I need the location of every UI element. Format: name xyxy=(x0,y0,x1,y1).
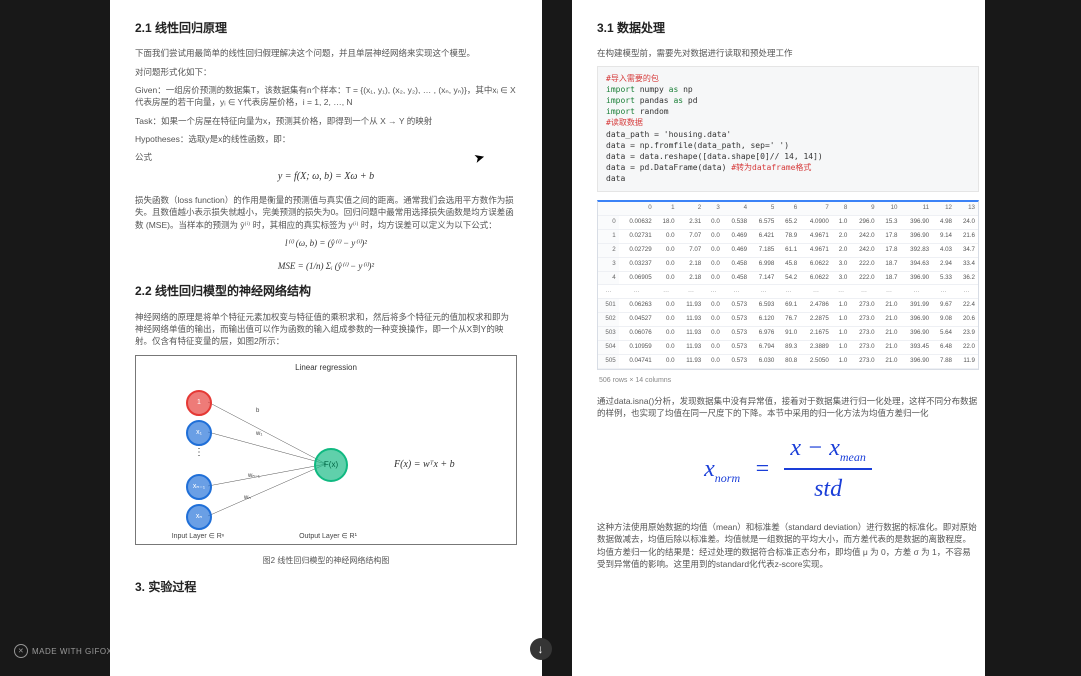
heading-3: 3. 实验过程 xyxy=(135,579,517,596)
weight-wn1: wₙ₋₁ xyxy=(248,472,260,481)
paragraph: 对问题形式化如下： xyxy=(135,66,517,78)
node-xn-1: xₙ₋₁ xyxy=(186,474,212,500)
paragraph: 下面我们尝试用最简单的线性回归假理解决这个问题，并且单层神经网络来实现这个模型。 xyxy=(135,47,517,59)
table-row: 40.069050.02.180.00.4587.14754.26.06223.… xyxy=(598,271,978,285)
heading-2-1: 2.1 线性回归原理 xyxy=(135,20,517,37)
weight-wn: wₙ xyxy=(244,494,251,503)
loss-paragraph: 损失函数（loss function）的作用是衡量的预测值与真实值之间的距离。通… xyxy=(135,194,517,231)
scroll-down-button[interactable]: ↓ xyxy=(530,638,552,660)
heading-2-2: 2.2 线性回归模型的神经网络结构 xyxy=(135,283,517,300)
nn-paragraph: 神经网络的原理是将单个特征元素加权变与特征值的乘积求和，然后将多个特征元的值加权… xyxy=(135,311,517,348)
fx-equation: F(x) = wᵀx + b xyxy=(394,458,455,473)
weight-w1: w₁ xyxy=(256,430,262,439)
weight-b: b xyxy=(256,407,259,416)
page-right: 3.1 数据处理 在构建模型前，需要先对数据进行读取和预处理工作 #导入需要的包… xyxy=(572,0,985,676)
hypo-line: Hypotheses：选取y是x的线性函数，即： xyxy=(135,133,517,145)
table-row: 5030.060760.011.930.00.5736.97691.02.167… xyxy=(598,327,978,341)
output-layer-label: Output Layer ∈ R¹ xyxy=(278,532,378,542)
figure-title: Linear regression xyxy=(136,362,516,374)
code-block: #导入需要的包 import numpy as np import pandas… xyxy=(597,66,979,192)
table-row: 5010.062630.011.930.00.5736.59369.12.478… xyxy=(598,299,978,313)
table-row: 00.0063218.02.310.00.5386.57565.24.09001… xyxy=(598,215,978,229)
table-row: 10.027310.07.070.00.4696.42178.94.96712.… xyxy=(598,229,978,243)
page-left: 2.1 线性回归原理 下面我们尝试用最简单的线性回归假理解决这个问题，并且单层神… xyxy=(110,0,542,676)
paragraph: 这种方法使用原始数据的均值（mean）和标准差（standard deviati… xyxy=(597,521,979,570)
formula-loss-2: MSE = (1/n) Σᵢ (ŷ⁽ⁱ⁾ − y⁽ⁱ⁾)² xyxy=(135,260,517,273)
chevron-down-icon: ↓ xyxy=(538,642,544,656)
figure-nn: Linear regression 1 x₁ ⋮ xₙ₋₁ xₙ F(x) b … xyxy=(135,355,517,545)
gifox-label: MADE WITH GIFOX xyxy=(32,647,112,656)
table-row: 5020.045270.011.930.00.5736.12076.72.287… xyxy=(598,313,978,327)
paragraph: 在构建模型前，需要先对数据进行读取和预处理工作 xyxy=(597,47,979,59)
paragraph: 通过data.isna()分析，发现数据集中没有异常值，接着对于数据集进行归一化… xyxy=(597,395,979,420)
node-output: F(x) xyxy=(314,448,348,482)
formula-loss-1: l⁽ⁱ⁾ (ω, b) = (ŷ⁽ⁱ⁾ − y⁽ⁱ⁾)² xyxy=(135,237,517,250)
heading-3-1: 3.1 数据处理 xyxy=(597,20,979,37)
formula-main: y = f(X; ω, b) = Xω + b xyxy=(135,170,517,185)
data-table: 01234567891011121300.0063218.02.310.00.5… xyxy=(597,200,979,371)
task-line: Task：如果一个房屋在特征向量为x，预测其价格，即得到一个从 X → Y 的映… xyxy=(135,115,517,127)
table-row: 30.032370.02.180.00.4586.99845.86.06223.… xyxy=(598,257,978,271)
document-viewport: 2.1 线性回归原理 下面我们尝试用最简单的线性回归假理解决这个问题，并且单层神… xyxy=(95,0,985,676)
gifox-logo-icon: ✕ xyxy=(14,644,28,658)
table-row: 20.027290.07.070.00.4697.18561.14.96712.… xyxy=(598,243,978,257)
nn-diagram: 1 x₁ ⋮ xₙ₋₁ xₙ F(x) b w₁ wₙ₋₁ wₙ F(x) = … xyxy=(136,374,516,562)
normalization-formula: xnorm = x − xmean std xyxy=(597,431,979,507)
node-x1: x₁ xyxy=(186,420,212,446)
node-bias: 1 xyxy=(186,390,212,416)
table-row: 5050.047410.011.930.00.5736.03080.82.505… xyxy=(598,355,978,369)
given-line: Given：一组房价预测的数据集T，该数据集有n个样本：T = {(x₁, y₁… xyxy=(135,84,517,109)
formula-label: 公式 xyxy=(135,151,517,163)
node-dots: ⋮ xyxy=(194,446,204,461)
node-xn: xₙ xyxy=(186,504,212,530)
gifox-watermark: ✕ MADE WITH GIFOX xyxy=(14,644,112,658)
input-layer-label: Input Layer ∈ Rⁿ xyxy=(148,532,248,542)
table-footer: 506 rows × 14 columns xyxy=(599,376,979,386)
table-row: 5040.109590.011.930.00.5736.79489.32.388… xyxy=(598,341,978,355)
